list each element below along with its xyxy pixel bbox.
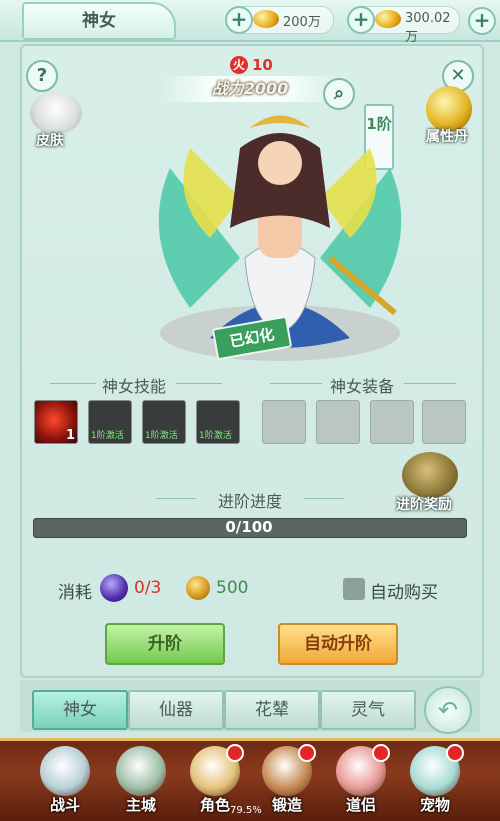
gold-value: 200万 (283, 15, 321, 30)
tab-immortal-artifact[interactable]: 仙器 (128, 690, 224, 730)
equipment-title: 神女装备 (330, 377, 395, 396)
item-count: 0/3 (134, 578, 162, 598)
battle-icon (40, 746, 90, 796)
add-gold-button[interactable]: + (225, 6, 253, 34)
auto-buy-label: 自动购买 (370, 583, 438, 603)
skill-slot-2[interactable]: 1阶激活 (88, 400, 132, 444)
title-tab: 神女 (22, 2, 176, 40)
skills-title: 神女技能 (102, 377, 167, 396)
progress-label: 进阶进度 (217, 492, 282, 511)
power-banner: 战力2000 (160, 76, 340, 102)
nav-label: 战斗 (49, 796, 80, 814)
help-button[interactable]: ? (26, 60, 58, 92)
skill-level: 1 (65, 428, 75, 443)
nav-pet[interactable]: 宠物 (400, 744, 470, 816)
nav-label: 锻造 (271, 796, 302, 814)
back-arrow-icon[interactable]: ↶ (424, 686, 472, 734)
nav-city[interactable]: 主城 (106, 744, 176, 816)
add-currency-button[interactable]: + (468, 7, 496, 35)
tab-spirit-aura[interactable]: 灵气 (320, 690, 416, 730)
combat-power: 战力2000 (211, 79, 289, 98)
gold-resource: + 200万 (225, 6, 334, 34)
divider (176, 383, 222, 384)
nav-forge[interactable]: 锻造 (252, 744, 322, 816)
auto-buy-checkbox[interactable] (343, 578, 365, 600)
notification-dot (298, 744, 316, 762)
skill-note: 1阶激活 (199, 431, 232, 441)
skill-slot-1[interactable]: 1 (34, 400, 78, 444)
bound-gold-resource: + 300.02万 (347, 6, 460, 45)
skin-button[interactable] (30, 92, 82, 134)
tab-goddess[interactable]: 神女 (32, 690, 128, 730)
notification-dot (226, 744, 244, 762)
nav-battle[interactable]: 战斗 (30, 744, 100, 816)
upgrade-button[interactable]: 升阶 (105, 623, 225, 665)
city-icon (116, 746, 166, 796)
cost-label: 消耗 (58, 583, 92, 603)
scepter-icon[interactable] (316, 400, 360, 444)
bound-gold-icon (375, 10, 401, 28)
divider (270, 383, 322, 384)
skill-slot-4[interactable]: 1阶激活 (196, 400, 240, 444)
skill-note: 1阶激活 (145, 431, 178, 441)
notification-dot (372, 744, 390, 762)
advance-reward-label: 进阶奖励 (396, 497, 452, 513)
footer-percent: 79.5% (230, 805, 262, 816)
attr-label: 属性丹 (426, 129, 468, 145)
page-title: 神女 (82, 11, 116, 31)
bound-gold-value: 300.02万 (405, 11, 451, 45)
add-bound-gold-button[interactable]: + (347, 6, 375, 34)
necklace-icon[interactable] (422, 400, 466, 444)
coin-icon (186, 576, 210, 600)
gold-cost: 500 (216, 578, 249, 598)
nav-label: 宠物 (419, 796, 450, 814)
jade-ring-icon[interactable] (370, 400, 414, 444)
fire-level: 10 (252, 56, 273, 74)
search-icon[interactable]: ⌕ (323, 78, 355, 110)
skin-label: 皮肤 (36, 133, 64, 149)
tab-flower-carriage[interactable]: 花辇 (224, 690, 320, 730)
advance-stone-icon (100, 574, 128, 602)
lotus-crown-icon[interactable] (262, 400, 306, 444)
advance-reward-button[interactable] (402, 452, 458, 498)
notification-dot (446, 744, 464, 762)
fire-icon: 火 (230, 56, 248, 74)
nav-label: 主城 (125, 796, 156, 814)
auto-upgrade-button[interactable]: 自动升阶 (278, 623, 398, 665)
nav-label: 道侣 (345, 796, 376, 814)
divider (50, 383, 96, 384)
divider (404, 383, 456, 384)
gold-ingot-icon (253, 10, 279, 28)
divider (304, 498, 344, 499)
skill-slot-3[interactable]: 1阶激活 (142, 400, 186, 444)
nav-companion[interactable]: 道侣 (326, 744, 396, 816)
progress-text: 0/100 (225, 518, 273, 536)
skill-note: 1阶激活 (91, 431, 124, 441)
divider (156, 498, 196, 499)
